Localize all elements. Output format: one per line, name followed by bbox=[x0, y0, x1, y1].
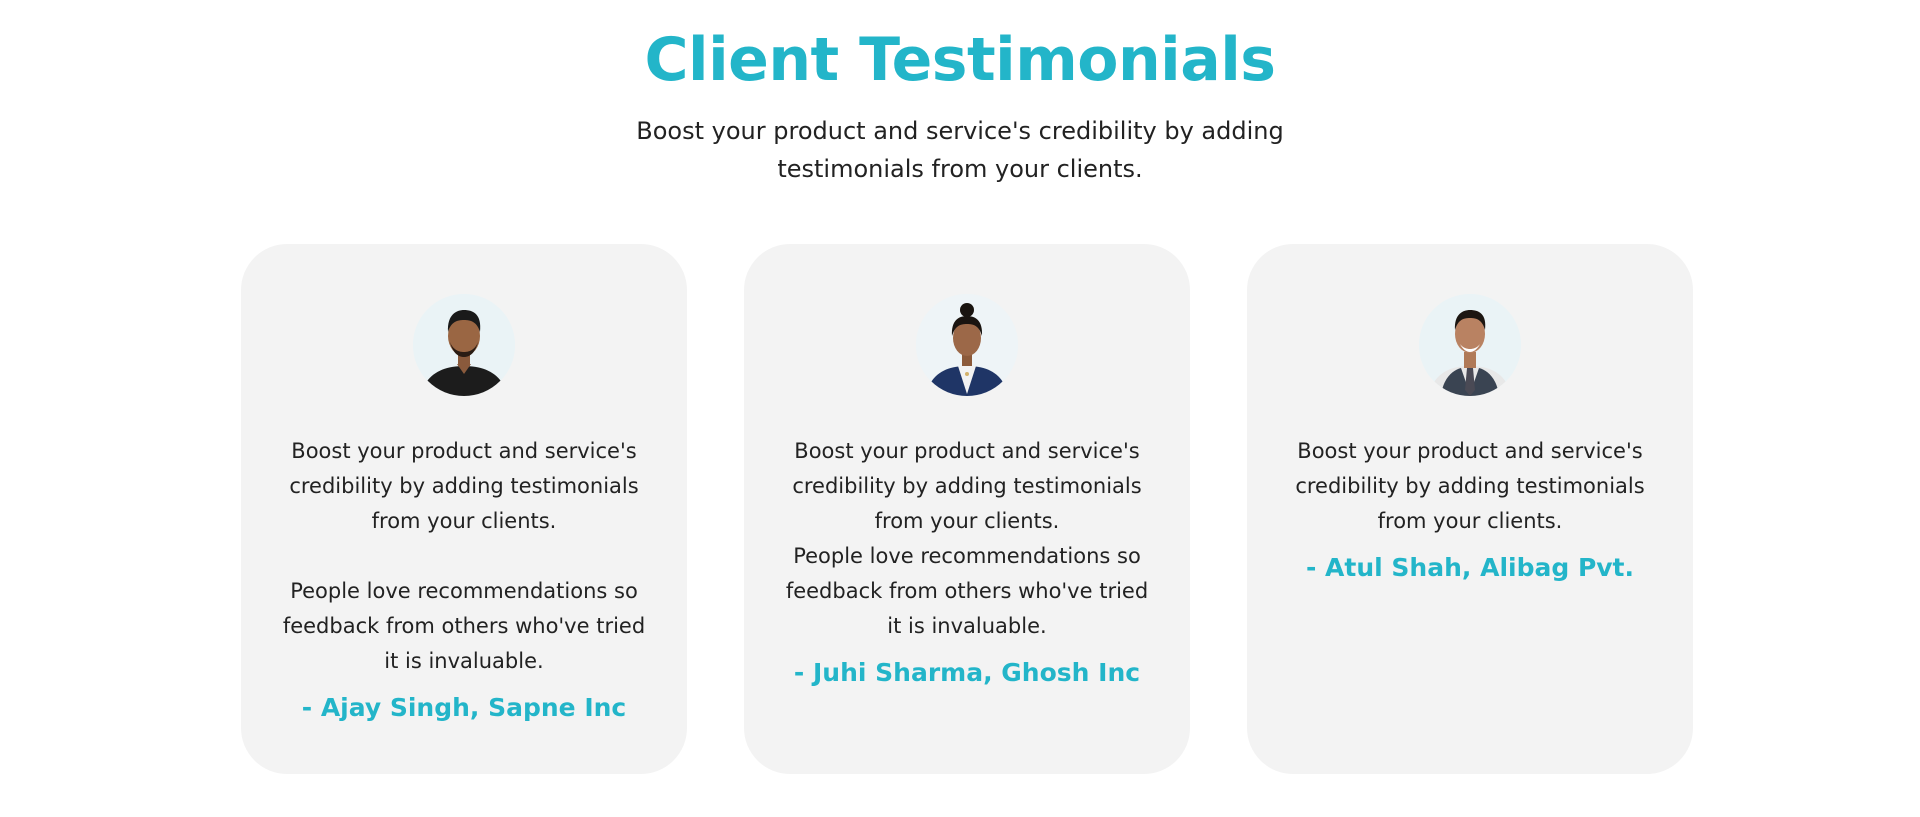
testimonial-quote: Boost your product and service's credibi… bbox=[281, 434, 647, 679]
section-subtitle: Boost your product and service's credibi… bbox=[636, 117, 1284, 183]
avatar bbox=[916, 294, 1018, 396]
quote-paragraph: People love recommendations so feedback … bbox=[282, 579, 646, 673]
testimonial-card-juhi: Boost your product and service's credibi… bbox=[744, 244, 1190, 774]
testimonial-card-atul: Boost your product and service's credibi… bbox=[1247, 244, 1693, 774]
man-black-shirt-avatar-icon bbox=[413, 294, 515, 396]
testimonial-author: - Atul Shah, Alibag Pvt. bbox=[1305, 553, 1635, 582]
quote-paragraph: Boost your product and service's credibi… bbox=[792, 439, 1142, 533]
man-vest-tie-avatar-icon bbox=[1419, 294, 1521, 396]
section-title: Client Testimonials bbox=[644, 25, 1276, 95]
testimonial-author: - Juhi Sharma, Ghosh Inc bbox=[793, 658, 1141, 687]
quote-paragraph: People love recommendations so feedback … bbox=[785, 544, 1149, 638]
avatar bbox=[1419, 294, 1521, 396]
quote-paragraph: Boost your product and service's credibi… bbox=[289, 439, 639, 533]
testimonial-quote: Boost your product and service's credibi… bbox=[1287, 434, 1653, 539]
testimonial-quote: Boost your product and service's credibi… bbox=[784, 434, 1150, 644]
testimonial-author: - Ajay Singh, Sapne Inc bbox=[301, 693, 627, 722]
avatar bbox=[413, 294, 515, 396]
woman-blazer-avatar-icon bbox=[916, 294, 1018, 396]
quote-paragraph: Boost your product and service's credibi… bbox=[1295, 439, 1645, 533]
testimonials-section: Client Testimonials Boost your product a… bbox=[0, 0, 1920, 817]
testimonial-card-ajay: Boost your product and service's credibi… bbox=[241, 244, 687, 774]
